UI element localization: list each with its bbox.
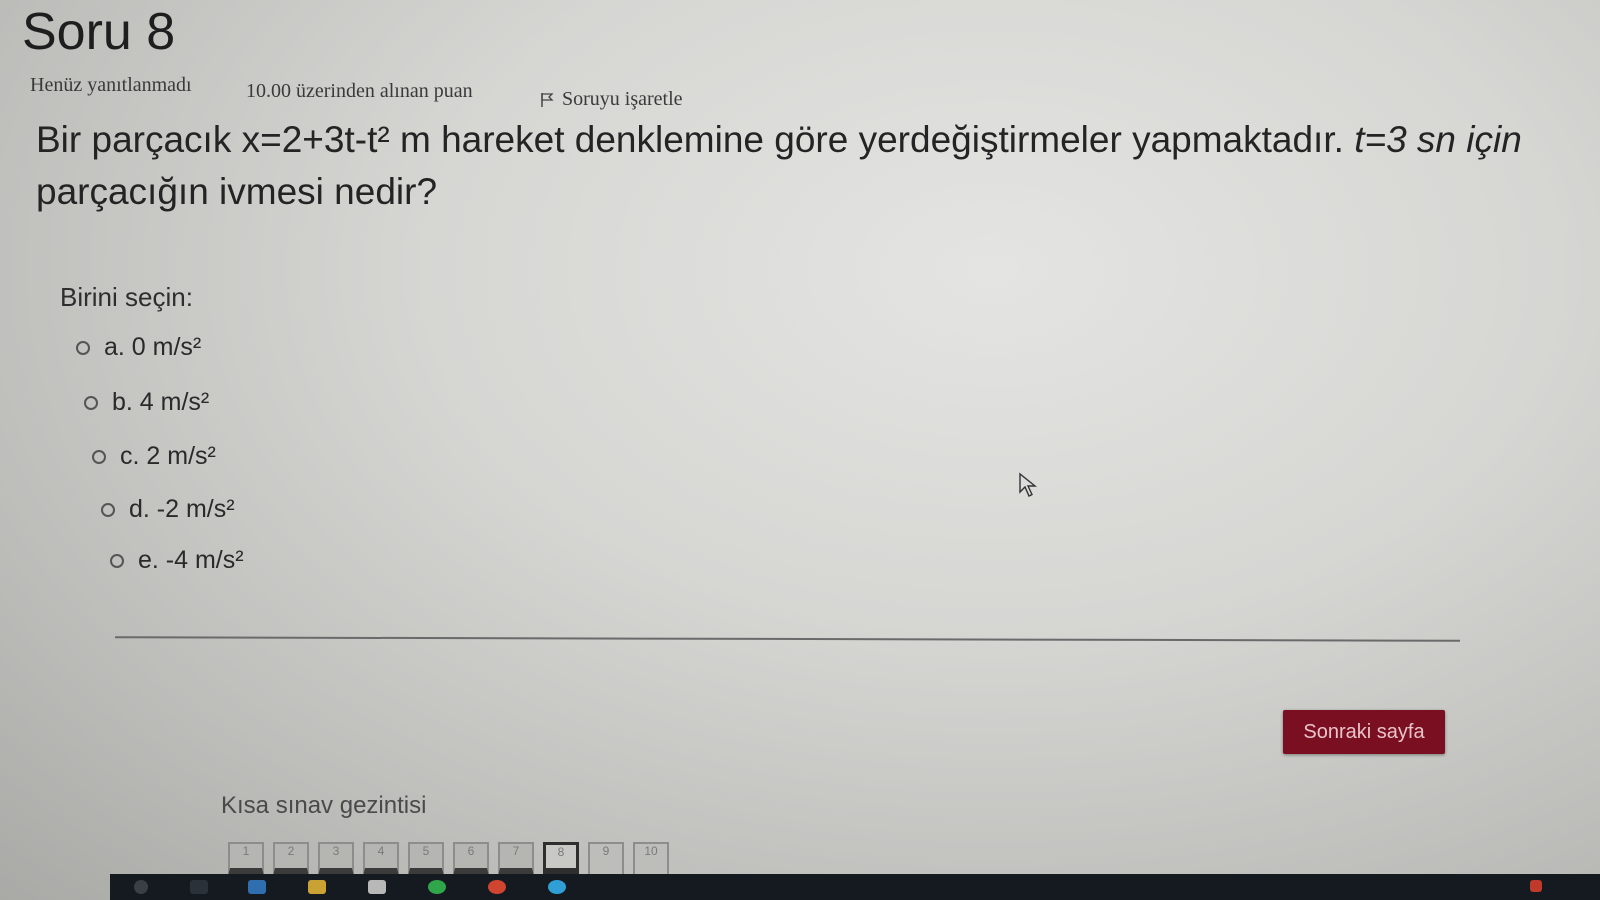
browser-icon[interactable] (548, 880, 566, 894)
next-page-button[interactable]: Sonraki sayfa (1283, 710, 1445, 754)
quiz-navigation: 1 2 3 4 5 6 7 8 9 10 (228, 842, 669, 876)
answer-option-label: b. 4 m/s² (112, 388, 210, 416)
nav-page-button[interactable]: 4 (363, 842, 399, 876)
radio-button[interactable] (92, 449, 106, 464)
nav-page-button[interactable]: 7 (498, 842, 534, 876)
flag-label: Soruyu işaretle (562, 88, 683, 110)
app-icon[interactable] (428, 880, 446, 894)
question-text-part2: t=3 sn için (1354, 119, 1522, 160)
nav-page-button[interactable]: 10 (633, 842, 669, 876)
section-divider (114, 636, 1461, 642)
folder-icon[interactable] (308, 880, 326, 894)
answer-prompt: Birini seçin: (60, 282, 193, 312)
nav-page-button[interactable]: 1 (228, 842, 264, 876)
nav-page-button-current[interactable]: 8 (543, 842, 579, 876)
answer-option-c[interactable]: c. 2 m/s² (92, 442, 216, 471)
nav-page-button[interactable]: 6 (453, 842, 489, 876)
question-score: 10.00 üzerinden alınan puan (246, 80, 473, 102)
radio-button[interactable] (84, 395, 98, 410)
store-icon[interactable] (368, 880, 386, 894)
flag-icon (541, 92, 554, 107)
quiz-navigation-title: Kısa sınav gezintisi (221, 792, 427, 819)
task-view-icon[interactable] (190, 880, 208, 894)
question-text-part1: Bir parçacık x=2+3t-t² m hareket denklem… (36, 119, 1344, 160)
mouse-cursor-icon (1019, 472, 1037, 497)
app-icon[interactable] (248, 880, 266, 894)
nav-page-button[interactable]: 3 (318, 842, 354, 876)
answer-option-label: a. 0 m/s² (104, 333, 202, 361)
answer-option-label: d. -2 m/s² (129, 495, 235, 523)
answer-option-label: e. -4 m/s² (138, 546, 244, 574)
taskbar (110, 874, 1600, 900)
tray-icon[interactable] (1530, 880, 1542, 892)
answer-option-d[interactable]: d. -2 m/s² (101, 495, 235, 524)
question-text: Bir parçacık x=2+3t-t² m hareket denklem… (36, 114, 1556, 218)
question-text-part3: parçacığın ivmesi nedir? (36, 171, 438, 212)
radio-button[interactable] (76, 340, 90, 355)
flag-question-link[interactable]: Soruyu işaretle (540, 88, 683, 111)
search-icon[interactable] (134, 880, 148, 894)
radio-button[interactable] (110, 553, 124, 568)
answer-option-b[interactable]: b. 4 m/s² (84, 388, 209, 417)
nav-page-button[interactable]: 5 (408, 842, 444, 876)
answer-option-label: c. 2 m/s² (120, 442, 216, 470)
question-status: Henüz yanıtlanmadı (30, 74, 192, 96)
radio-button[interactable] (101, 502, 115, 517)
answer-option-e[interactable]: e. -4 m/s² (110, 546, 244, 575)
nav-page-button[interactable]: 2 (273, 842, 309, 876)
page-title: Soru 8 (22, 3, 176, 61)
browser-icon[interactable] (488, 880, 506, 894)
nav-page-button[interactable]: 9 (588, 842, 624, 876)
answer-option-a[interactable]: a. 0 m/s² (76, 333, 201, 362)
